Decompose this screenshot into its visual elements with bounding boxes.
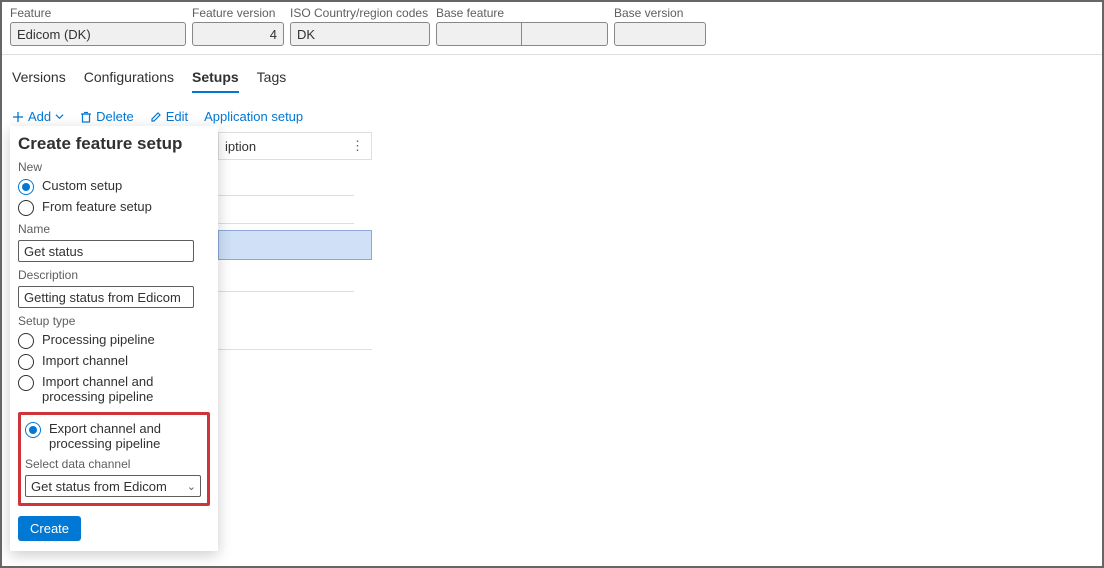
delete-button[interactable]: Delete: [80, 109, 134, 124]
feature-version-group: Feature version 4: [192, 6, 284, 46]
tab-versions[interactable]: Versions: [12, 69, 66, 93]
feature-input[interactable]: Edicom (DK): [10, 22, 186, 46]
radio-export-proc-label: Export channel and processing pipeline: [49, 421, 203, 451]
radio-export-channel-processing[interactable]: Export channel and processing pipeline: [25, 421, 203, 451]
radio-icon: [18, 333, 34, 349]
base-feature-input-1[interactable]: [436, 22, 522, 46]
grid-col-label: iption: [225, 139, 256, 154]
table-row-selected[interactable]: [218, 230, 372, 260]
tab-setups[interactable]: Setups: [192, 69, 239, 93]
radio-import-channel[interactable]: Import channel: [18, 353, 210, 370]
header-fields: Feature Edicom (DK) Feature version 4 IS…: [2, 2, 1102, 55]
radio-import-channel-processing[interactable]: Import channel and processing pipeline: [18, 374, 210, 404]
base-version-group: Base version: [614, 6, 706, 46]
setup-type-label: Setup type: [18, 314, 210, 328]
grid-header[interactable]: iption ⋮: [218, 132, 372, 160]
base-version-input[interactable]: [614, 22, 706, 46]
feature-label: Feature: [10, 6, 186, 20]
tab-tags[interactable]: Tags: [257, 69, 287, 93]
table-row[interactable]: [218, 202, 354, 224]
feature-group: Feature Edicom (DK): [10, 6, 186, 46]
highlighted-section: Export channel and processing pipeline S…: [18, 412, 210, 506]
table-row[interactable]: [218, 270, 354, 292]
add-button[interactable]: Add: [12, 109, 64, 124]
select-channel-label: Select data channel: [25, 457, 203, 471]
pencil-icon: [150, 111, 162, 123]
chevron-down-icon: [55, 112, 64, 121]
radio-feature-label: From feature setup: [42, 199, 152, 214]
iso-group: ISO Country/region codes DK: [290, 6, 430, 46]
description-input[interactable]: Getting status from Edicom: [18, 286, 194, 308]
name-value: Get status: [24, 244, 83, 259]
radio-icon: [18, 375, 34, 391]
panel-title: Create feature setup: [18, 134, 210, 154]
column-menu-icon[interactable]: ⋮: [351, 138, 365, 154]
tab-configurations[interactable]: Configurations: [84, 69, 174, 93]
tabs: Versions Configurations Setups Tags: [2, 55, 1102, 93]
chevron-down-icon: ⌄: [187, 480, 196, 493]
data-channel-select[interactable]: Get status from Edicom ⌄: [25, 475, 201, 497]
base-feature-label: Base feature: [436, 6, 608, 20]
name-input[interactable]: Get status: [18, 240, 194, 262]
iso-input[interactable]: DK: [290, 22, 430, 46]
iso-value: DK: [297, 27, 315, 42]
add-label: Add: [28, 109, 51, 124]
iso-label: ISO Country/region codes: [290, 6, 430, 20]
app-setup-button[interactable]: Application setup: [204, 109, 303, 124]
delete-label: Delete: [96, 109, 134, 124]
plus-icon: [12, 111, 24, 123]
description-label: Description: [18, 268, 210, 282]
grid-body: [218, 160, 372, 350]
app-frame: Feature Edicom (DK) Feature version 4 IS…: [0, 0, 1104, 568]
radio-processing-label: Processing pipeline: [42, 332, 155, 347]
radio-custom-label: Custom setup: [42, 178, 122, 193]
edit-button[interactable]: Edit: [150, 109, 188, 124]
radio-processing-pipeline[interactable]: Processing pipeline: [18, 332, 210, 349]
base-version-label: Base version: [614, 6, 706, 20]
radio-custom-setup[interactable]: Custom setup: [18, 178, 210, 195]
feature-version-value: 4: [270, 27, 277, 42]
feature-version-label: Feature version: [192, 6, 284, 20]
data-channel-value: Get status from Edicom: [31, 479, 167, 494]
name-label: Name: [18, 222, 210, 236]
radio-from-feature-setup[interactable]: From feature setup: [18, 199, 210, 216]
radio-icon: [18, 354, 34, 370]
create-button[interactable]: Create: [18, 516, 81, 541]
feature-value: Edicom (DK): [17, 27, 91, 42]
radio-icon: [18, 200, 34, 216]
edit-label: Edit: [166, 109, 188, 124]
feature-version-input[interactable]: 4: [192, 22, 284, 46]
trash-icon: [80, 111, 92, 123]
base-feature-input-2[interactable]: [522, 22, 608, 46]
new-label: New: [18, 160, 210, 174]
radio-import-label: Import channel: [42, 353, 128, 368]
setup-grid: iption ⋮: [218, 132, 372, 350]
radio-icon: [18, 179, 34, 195]
create-feature-setup-panel: Create feature setup New Custom setup Fr…: [10, 126, 218, 551]
app-setup-label: Application setup: [204, 109, 303, 124]
base-feature-group: Base feature: [436, 6, 608, 46]
table-row[interactable]: [218, 174, 354, 196]
description-value: Getting status from Edicom: [24, 290, 181, 305]
create-label: Create: [30, 521, 69, 536]
radio-icon: [25, 422, 41, 438]
radio-import-proc-label: Import channel and processing pipeline: [42, 374, 210, 404]
